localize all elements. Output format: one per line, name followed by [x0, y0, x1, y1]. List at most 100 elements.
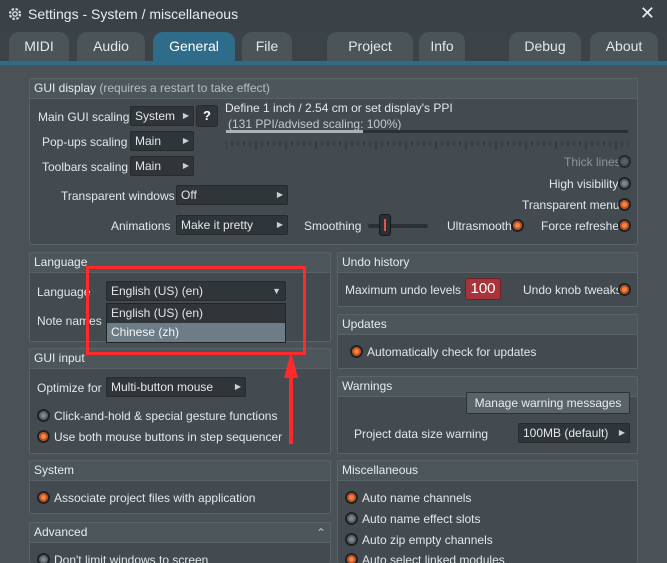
chevron-right-icon: ▶ [182, 161, 189, 170]
ultrasmooth-label: Ultrasmooth [447, 219, 512, 233]
help-button[interactable]: ? [196, 105, 218, 127]
thick-lines-label: Thick lines [564, 155, 621, 169]
click-hold-toggle[interactable] [37, 409, 50, 422]
updates-panel: Updates [337, 314, 638, 369]
updates-header: Updates [338, 315, 637, 335]
optimize-for-select[interactable]: Multi-button mouse ▶ [106, 377, 246, 397]
transparent-windows-value: Off [181, 188, 197, 202]
dont-limit-windows-label: Don't limit windows to screen [54, 553, 209, 563]
slider-marker [384, 219, 386, 231]
transparent-windows-label: Transparent windows [61, 189, 175, 203]
transparent-windows-select[interactable]: Off ▶ [176, 185, 288, 205]
gui-display-title: GUI display [34, 81, 97, 95]
project-size-warning-select[interactable]: 100MB (default) ▶ [518, 423, 630, 443]
project-size-warning-value: 100MB (default) [523, 426, 609, 440]
language-select[interactable]: English (US) (en) ▼ [106, 281, 286, 301]
tab-info[interactable]: Info [419, 32, 465, 62]
popups-scaling-select[interactable]: Main ▶ [130, 131, 194, 151]
both-buttons-label: Use both mouse buttons in step sequencer [54, 430, 283, 444]
force-refreshes-label: Force refreshes [541, 219, 626, 233]
tab-audio[interactable]: Audio [77, 32, 145, 62]
collapse-icon[interactable]: ⌃ [316, 524, 326, 543]
click-hold-label: Click-and-hold & special gesture functio… [54, 409, 278, 423]
language-dropdown-list: English (US) (en) Chinese (zh) [106, 303, 286, 343]
annotation-arrow-icon [284, 352, 298, 444]
chevron-right-icon: ▶ [182, 136, 189, 145]
toolbars-scaling-label: Toolbars scaling [42, 160, 129, 174]
tab-general[interactable]: General [153, 32, 235, 62]
language-value: English (US) (en) [111, 284, 204, 298]
smoothing-label: Smoothing [304, 219, 362, 233]
misc-item-label: Auto select linked modules [362, 553, 505, 563]
toolbars-scaling-select[interactable]: Main ▶ [130, 156, 194, 176]
transparent-menus-label: Transparent menus [522, 198, 626, 212]
tab-file[interactable]: File [242, 32, 292, 62]
chevron-right-icon: ▶ [618, 428, 625, 437]
gui-display-note: (requires a restart to take effect) [96, 81, 270, 95]
ppi-text: (131 PPI/advised scaling: 100%) [228, 117, 402, 131]
auto-select-linked-modules-toggle[interactable] [345, 553, 358, 563]
auto-zip-empty-channels-toggle[interactable] [345, 533, 358, 546]
associate-files-label: Associate project files with application [54, 491, 256, 505]
high-visibility-toggle[interactable] [618, 177, 631, 190]
chevron-right-icon: ▶ [276, 220, 283, 229]
note-names-label: Note names [37, 314, 102, 328]
max-undo-levels-label: Maximum undo levels [345, 283, 462, 297]
force-refreshes-toggle[interactable] [618, 219, 631, 232]
project-size-warning-label: Project data size warning [354, 427, 489, 441]
smoothing-slider-handle[interactable] [379, 214, 391, 236]
main-gui-scaling-select[interactable]: System ▶ [130, 106, 194, 126]
close-icon[interactable]: ✕ [640, 3, 655, 24]
animations-value: Make it pretty [181, 218, 254, 232]
gear-icon [8, 7, 22, 21]
toolbars-scaling-value: Main [135, 159, 162, 173]
both-buttons-toggle[interactable] [37, 430, 50, 443]
dont-limit-windows-toggle[interactable] [37, 553, 50, 563]
chevron-right-icon: ▶ [234, 382, 241, 391]
popups-scaling-label: Pop-ups scaling [42, 135, 128, 149]
manage-warnings-button[interactable]: Manage warning messages [466, 392, 630, 414]
ultrasmooth-toggle[interactable] [511, 219, 524, 232]
max-undo-levels-input[interactable]: 100 [465, 278, 501, 300]
misc-item-label: Auto name effect slots [362, 512, 481, 526]
animations-select[interactable]: Make it pretty ▶ [176, 215, 288, 235]
window-title: Settings - System / miscellaneous [28, 6, 239, 22]
popups-scaling-value: Main [135, 134, 162, 148]
thick-lines-toggle[interactable] [618, 155, 631, 168]
transparent-menus-toggle[interactable] [618, 198, 631, 211]
auto-name-effect-slots-toggle[interactable] [345, 512, 358, 525]
tab-debug[interactable]: Debug [509, 32, 581, 62]
auto-check-updates-toggle[interactable] [350, 345, 363, 358]
tab-midi[interactable]: MIDI [9, 32, 69, 62]
animations-label: Animations [111, 219, 171, 233]
language-option-english[interactable]: English (US) (en) [107, 304, 285, 323]
tab-about[interactable]: About [590, 32, 658, 62]
advanced-header[interactable]: Advanced ⌃ [30, 523, 330, 543]
language-option-chinese[interactable]: Chinese (zh) [107, 323, 285, 342]
language-header: Language [30, 253, 330, 273]
smoothing-slider[interactable] [368, 224, 428, 228]
undo-knob-tweaks-label: Undo knob tweaks [523, 283, 622, 297]
main-gui-scaling-label: Main GUI scaling [38, 110, 130, 124]
undo-history-header: Undo history [338, 253, 637, 273]
misc-item-label: Auto name channels [362, 491, 472, 505]
ppi-progress-bar[interactable] [226, 130, 628, 133]
system-header: System [30, 461, 330, 481]
tab-project[interactable]: Project [327, 32, 413, 62]
associate-files-toggle[interactable] [37, 491, 50, 504]
optimize-for-value: Multi-button mouse [111, 380, 214, 394]
miscellaneous-header: Miscellaneous [338, 461, 637, 481]
undo-knob-tweaks-toggle[interactable] [618, 283, 631, 296]
system-panel: System [29, 460, 331, 514]
chevron-down-icon: ▼ [272, 286, 281, 296]
chevron-right-icon: ▶ [276, 190, 283, 199]
optimize-for-label: Optimize for [37, 381, 102, 395]
auto-check-updates-label: Automatically check for updates [367, 345, 537, 359]
main-gui-scaling-value: System [135, 109, 176, 123]
ppi-progress-fill [226, 130, 363, 133]
gui-display-header: GUI display (requires a restart to take … [30, 79, 637, 99]
auto-name-channels-toggle[interactable] [345, 491, 358, 504]
ppi-ruler [225, 138, 629, 149]
misc-item-label: Auto zip empty channels [362, 533, 493, 547]
define-inch-text[interactable]: Define 1 inch / 2.54 cm or set display's… [225, 101, 453, 115]
